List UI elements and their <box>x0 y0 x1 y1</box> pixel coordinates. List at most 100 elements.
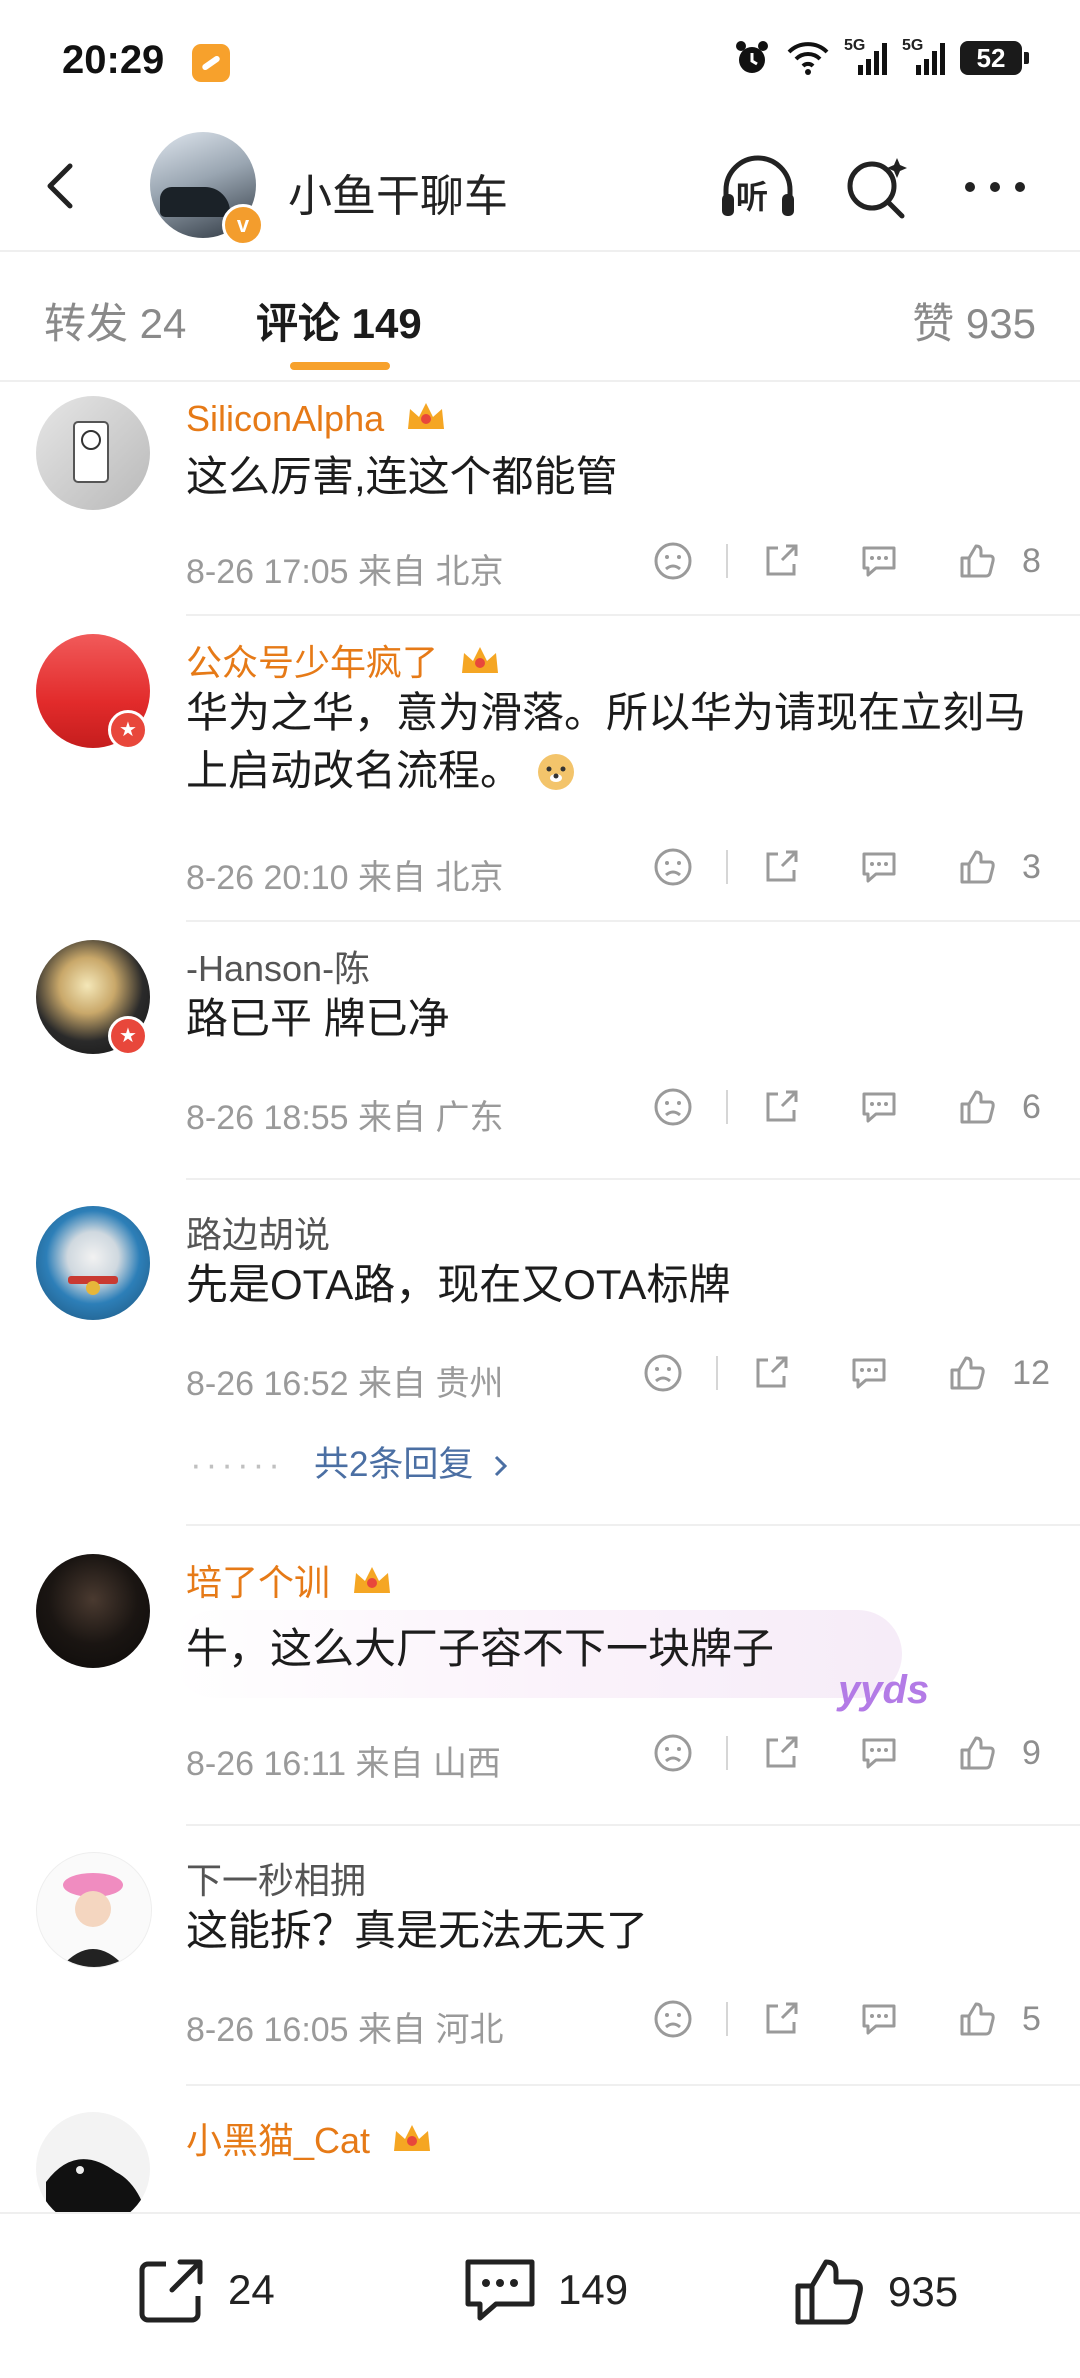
username[interactable]: 下一秒相拥 <box>186 1852 366 1904</box>
vip-crown-icon <box>462 647 499 673</box>
reply-button[interactable] <box>844 1728 914 1778</box>
comment-item: 路边胡说 先是OTA路，现在又OTA标牌 8-26 16:52 来自 贵州 12… <box>0 1182 1080 1528</box>
like-button[interactable] <box>932 1348 1002 1398</box>
share-button[interactable] <box>736 1348 806 1398</box>
view-replies-link[interactable]: ······ 共2条回复 <box>190 1436 513 1487</box>
user-avatar[interactable] <box>36 1206 150 1320</box>
status-time: 20:29 <box>62 38 165 82</box>
status-bar: 20:29 5G 5G 52 <box>0 0 1080 128</box>
frown-face-icon <box>654 2000 692 2038</box>
comment-divider <box>186 1824 1080 1826</box>
action-separator <box>726 1736 728 1770</box>
reply-button[interactable] <box>844 536 914 586</box>
user-avatar[interactable] <box>36 396 150 510</box>
user-badge-icon: ★ <box>108 710 148 750</box>
like-button[interactable] <box>942 1994 1012 2044</box>
more-options-icon[interactable] <box>960 172 1030 202</box>
username[interactable]: -Hanson-陈 <box>186 940 370 992</box>
back-button[interactable] <box>30 154 94 218</box>
reply-button[interactable] <box>844 1082 914 1132</box>
action-separator <box>726 544 728 578</box>
username[interactable]: 培了个训 <box>186 1554 394 1606</box>
comment-date: 8-26 16:52 <box>186 1365 349 1403</box>
bottom-comment-button[interactable]: 149 <box>460 2252 628 2328</box>
comment-icon <box>862 546 896 577</box>
thumbs-up-icon <box>960 2002 995 2036</box>
share-button[interactable] <box>746 1082 816 1132</box>
app-notification-icon <box>192 44 230 82</box>
share-icon <box>139 2259 203 2323</box>
tab-comments[interactable]: 评论 149 <box>256 290 422 351</box>
comment-location: 来自 北京 <box>358 859 504 897</box>
doge-emoji-icon <box>537 754 574 790</box>
frown-face-icon <box>654 848 692 886</box>
reply-button[interactable] <box>834 1348 904 1398</box>
bottom-repost-button[interactable]: 24 <box>134 2252 275 2328</box>
action-separator <box>716 1356 719 1390</box>
comment-item: ★ -Hanson-陈 路已平 牌已净 8-26 18:55 来自 广东 6 <box>0 924 1080 1182</box>
user-avatar[interactable] <box>36 1852 152 1968</box>
comment-date: 8-26 16:11 <box>186 1745 347 1783</box>
like-button[interactable] <box>942 842 1012 892</box>
comment-date: 8-26 17:05 <box>186 553 349 591</box>
share-button[interactable] <box>746 1994 816 2044</box>
bottom-like-button[interactable]: 935 <box>790 2252 958 2332</box>
vip-crown-icon <box>354 1567 391 1593</box>
bottom-like-count: 935 <box>888 2268 959 2315</box>
user-avatar[interactable] <box>36 2112 150 2212</box>
comment-location: 来自 河北 <box>358 2011 504 2049</box>
search-icon[interactable] <box>842 152 912 222</box>
thumbs-up-icon <box>960 1736 995 1770</box>
comment-icon <box>862 1092 896 1123</box>
comment-location: 来自 北京 <box>358 553 504 591</box>
username[interactable]: 小黑猫_Cat <box>186 2112 434 2164</box>
comment-item: ★ 公众号少年疯了 华为之华，意为滑落。所以华为请现在立刻马上启动改名流程。 8… <box>0 618 1080 924</box>
username[interactable]: 路边胡说 <box>186 1206 330 1258</box>
like-count: 5 <box>1022 1999 1041 2038</box>
dislike-button[interactable] <box>628 1348 698 1398</box>
comment-meta: 8-26 20:10 来自 北京 <box>186 850 504 899</box>
action-separator <box>726 850 728 884</box>
comment-item: 小黑猫_Cat <box>0 2088 1080 2212</box>
share-icon <box>766 850 798 882</box>
reply-button[interactable] <box>844 842 914 892</box>
signal-5g-icon-1: 5G <box>844 37 888 77</box>
like-button[interactable] <box>942 536 1012 586</box>
username[interactable]: 公众号少年疯了 <box>186 634 502 686</box>
bottom-repost-count: 24 <box>228 2266 275 2313</box>
thumbs-up-icon <box>950 1356 985 1390</box>
tab-repost[interactable]: 转发 24 <box>44 290 186 351</box>
share-button[interactable] <box>746 1728 816 1778</box>
comment-item: SiliconAlpha 这么厉害,连这个都能管 8-26 17:05 来自 北… <box>0 382 1080 618</box>
status-icons: 5G 5G 52 <box>732 37 1029 78</box>
comment-meta: 8-26 17:05 来自 北京 <box>186 544 504 593</box>
dislike-button[interactable] <box>638 536 708 586</box>
bottom-comment-count: 149 <box>558 2266 629 2313</box>
user-avatar[interactable] <box>36 1554 150 1668</box>
dislike-button[interactable] <box>638 1728 708 1778</box>
dislike-button[interactable] <box>638 842 708 892</box>
share-icon <box>766 1090 798 1122</box>
account-name[interactable]: 小鱼干聊车 <box>288 160 508 224</box>
comment-actions: 6 <box>638 1082 1050 1132</box>
tab-likes[interactable]: 赞 935 <box>912 290 1036 351</box>
thumbs-up-icon <box>960 1090 995 1124</box>
share-icon <box>766 544 798 576</box>
dislike-button[interactable] <box>638 1082 708 1132</box>
listen-button[interactable]: 听 <box>716 150 800 226</box>
comment-divider <box>186 1524 1080 1526</box>
comment-item: 培了个训 牛，这么大厂子容不下一块牌子 yyds 8-26 16:11 来自 山… <box>0 1528 1080 1828</box>
like-count: 3 <box>1022 847 1041 886</box>
comment-divider <box>186 614 1080 616</box>
active-tab-indicator <box>290 362 390 370</box>
username[interactable]: SiliconAlpha <box>186 398 448 440</box>
comment-icon <box>862 852 896 883</box>
dislike-button[interactable] <box>638 1994 708 2044</box>
reply-button[interactable] <box>844 1994 914 2044</box>
share-button[interactable] <box>746 842 816 892</box>
like-button[interactable] <box>942 1728 1012 1778</box>
frown-face-icon <box>654 1734 692 1772</box>
comment-meta: 8-26 16:52 来自 贵州 <box>186 1356 504 1405</box>
like-button[interactable] <box>942 1082 1012 1132</box>
share-button[interactable] <box>746 536 816 586</box>
